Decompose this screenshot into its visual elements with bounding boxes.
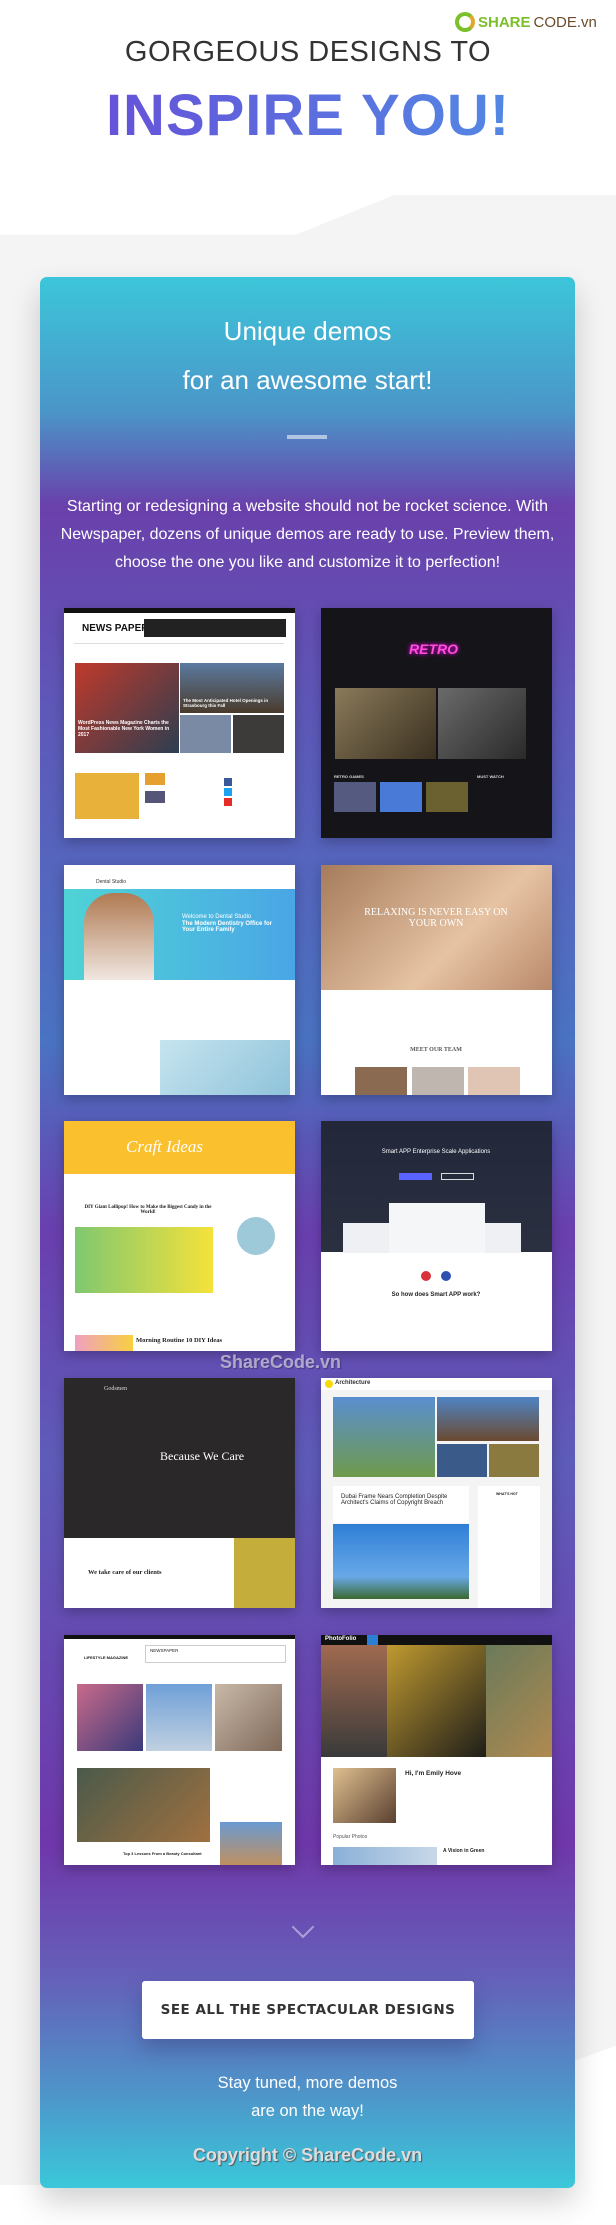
see-all-designs-button[interactable]: SEE ALL THE SPECTACULAR DESIGNS	[142, 1981, 474, 2039]
demo-headline: Dubai Frame Nears Completion Despite Arc…	[341, 1494, 448, 1506]
copyright-text: Copyright © ShareCode.vn	[192, 2145, 423, 2165]
demo-thumb-photofolio[interactable]: PhotoFolio Hi, I'm Emily Hove Popular Ph…	[321, 1635, 552, 1865]
demo-thumb-godsmen[interactable]: Godsmen Because We Care We take care of …	[64, 1378, 295, 1608]
demo-headline: Popular Photos	[333, 1834, 368, 1840]
demo-thumb-lifestyle[interactable]: LIFESTYLE MAGAZINE NEWSPAPER Top 3 Lesso…	[64, 1635, 295, 1865]
demo-thumb-spa[interactable]: RELAXING IS NEVER EASY ON YOUR OWN MEET …	[321, 865, 552, 1095]
demo-name: LIFESTYLE MAGAZINE	[84, 1655, 128, 1660]
demo-headline: Morning Routine 10 DIY Ideas	[136, 1337, 223, 1344]
demo-headline: Top 3 Lessons From a Beauty Consultant	[123, 1851, 202, 1856]
demo-headline: We take care of our clients	[88, 1569, 162, 1576]
demo-headline: DIY Giant Lollipop! How to Make the Bigg…	[84, 1205, 212, 1215]
recycle-logo-icon	[455, 12, 475, 32]
demo-headline: Hi, I'm Emily Hove	[405, 1770, 462, 1777]
demo-name: RETRO	[409, 641, 458, 657]
demos-card: Unique demos for an awesome start! Starti…	[40, 277, 575, 2188]
demo-headline: RETRO GAMES	[334, 774, 364, 779]
demo-headline: NEWSPAPER	[150, 1648, 179, 1653]
demo-headline: Smart APP Enterprise Scale Applications	[381, 1149, 491, 1155]
demo-headline: Because We Care	[160, 1449, 245, 1463]
header-line-1: GORGEOUS DESIGNS TO	[124, 36, 492, 68]
card-subtitle: Unique demos for an awesome start!	[182, 316, 433, 395]
demo-name: Architecture	[335, 1380, 371, 1386]
demo-thumb-newspaper[interactable]: NEWS PAPER WordPress News Magazine Chart…	[64, 608, 295, 838]
demo-headline: A Vision in Green	[443, 1848, 485, 1854]
demo-name: Dental Studio	[96, 879, 127, 885]
demo-headline: The Most Anticipated Hotel Openings in S…	[183, 698, 269, 708]
header-headline: INSPIRE YOU!	[0, 82, 616, 149]
demo-thumb-smart-app[interactable]: Smart APP Enterprise Scale Applications …	[321, 1121, 552, 1351]
demo-headline: RELAXING IS NEVER EASY ON YOUR OWN	[364, 907, 508, 929]
demo-thumb-craft[interactable]: Craft Ideas DIY Giant Lollipop! How to M…	[64, 1121, 295, 1351]
demo-headline: The Modern Dentistry Office for Your Ent…	[182, 921, 273, 933]
demo-name: NEWS PAPER	[82, 623, 149, 634]
stay-tuned-text: Stay tuned, more demos are on the way!	[217, 2074, 398, 2120]
demo-headline: WHAT'S HOT	[496, 1492, 518, 1496]
logo-text-bold: SHARE	[478, 13, 531, 31]
demo-name: Godsmen	[104, 1386, 127, 1392]
sharecode-logo: SHARE CODE.vn	[455, 12, 597, 32]
demo-thumb-architecture[interactable]: Architecture Dubai Frame Nears Completio…	[321, 1378, 552, 1608]
demo-name: Craft Ideas	[126, 1137, 203, 1156]
demo-headline: WordPress News Magazine Charts the Most …	[78, 720, 170, 738]
demo-thumb-retro[interactable]: RETRO RETRO GAMES MUST WATCH	[321, 608, 552, 838]
demo-thumb-dental[interactable]: Dental Studio Welcome to Dental Studio T…	[64, 865, 295, 1095]
demo-headline: So how does Smart APP work?	[391, 1292, 481, 1298]
divider	[287, 435, 327, 439]
demo-headline: Welcome to Dental Studio	[182, 914, 252, 920]
watermark: ShareCode.vn	[220, 1352, 342, 1372]
card-description: Starting or redesigning a website should…	[60, 498, 555, 571]
logo-text: CODE.vn	[533, 13, 597, 31]
chevron-down-icon[interactable]	[291, 1915, 315, 1939]
demo-name: PhotoFolio	[325, 1636, 357, 1642]
demo-headline: MUST WATCH	[477, 774, 504, 779]
demo-headline: MEET OUR TEAM	[410, 1047, 462, 1053]
